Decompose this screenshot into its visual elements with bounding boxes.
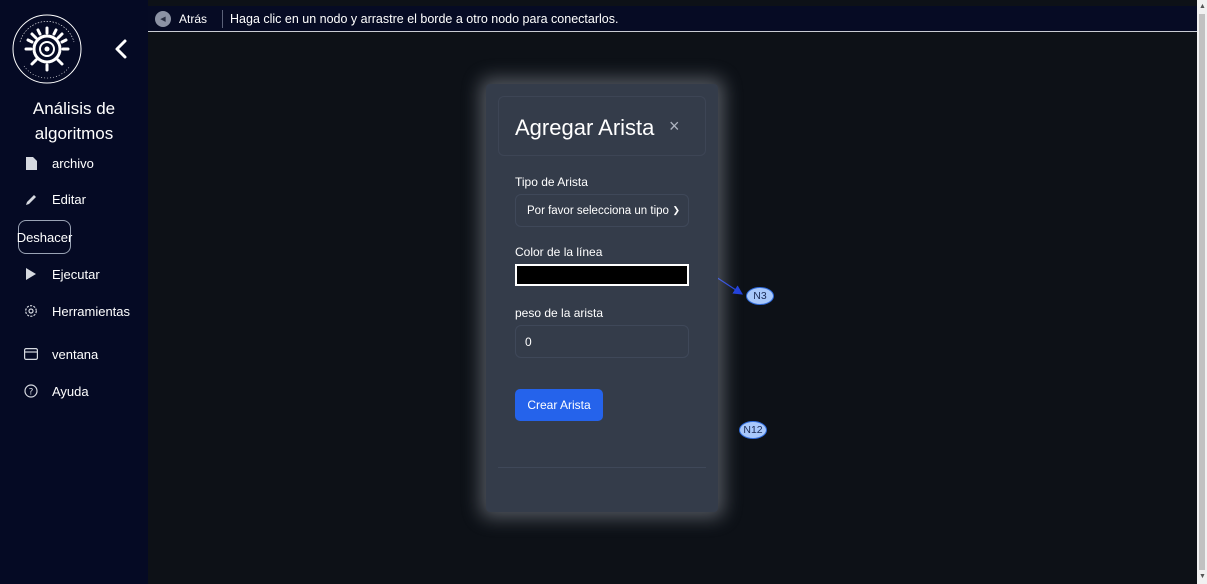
play-icon [24,267,38,281]
scroll-thumb[interactable] [1199,14,1205,570]
close-button[interactable]: × [669,116,680,137]
scroll-down-arrow-icon[interactable]: ▼ [1199,572,1206,582]
window-icon [24,347,38,361]
edge-weight-input[interactable]: 0 [515,325,689,358]
undo-button[interactable]: Deshacer [17,220,72,254]
graph-node-n3[interactable]: N3 [746,287,774,305]
scrollbar[interactable]: ▲ ▼ [1197,0,1207,584]
menu-item-ventana[interactable]: ventana [24,343,98,365]
menu-item-ayuda[interactable]: ? Ayuda [24,380,89,402]
back-arrow-icon: ◀ [155,10,171,27]
menu-item-label: Editar [52,191,86,207]
menu-item-archivo[interactable]: archivo [24,152,94,174]
menu-item-ejecutar[interactable]: Ejecutar [24,263,100,285]
menu-item-label: Ejecutar [52,266,100,282]
file-icon [24,156,38,170]
back-label: Atrás [179,11,208,26]
help-icon: ? [24,384,38,398]
pencil-icon [24,192,38,206]
line-color-label: Color de la línea [515,245,603,259]
edge-weight-label: peso de la arista [515,306,604,320]
edge-type-label: Tipo de Arista [515,175,588,189]
menu-item-label: ventana [52,346,99,362]
gear-icon [24,304,38,318]
modal-footer-divider [498,467,706,468]
menu-item-label: Herramientas [52,303,131,319]
edge-type-select[interactable]: Por favor selecciona un tipo ❯ [515,194,689,227]
scroll-up-arrow-icon[interactable]: ▲ [1199,2,1206,12]
add-edge-modal: Agregar Arista × Tipo de Arista Por favo… [486,84,718,512]
menu-item-label: archivo [52,155,94,171]
edge-type-value: Por favor selecciona un tipo [527,204,669,217]
menu-item-label: Ayuda [52,383,89,399]
chevron-left-icon [115,39,127,59]
university-logo [10,12,84,86]
divider [222,9,224,28]
back-button[interactable]: ◀ Atrás [155,10,208,27]
menu-item-editar[interactable]: Editar [24,188,86,210]
chevron-down-icon: ❯ [672,205,680,215]
svg-text:?: ? [29,388,34,398]
line-color-input[interactable] [515,264,689,286]
app-window: Análisis de algoritmos archivo Editar De… [0,0,1207,584]
sidebar: Análisis de algoritmos archivo Editar De… [0,0,148,584]
modal-header: Agregar Arista × [498,96,706,156]
graph-node-n12[interactable]: N12 [739,421,767,439]
modal-title: Agregar Arista [515,115,655,140]
top-bar: ◀ Atrás Haga clic en un nodo y arrastre … [148,6,1197,32]
collapse-sidebar-button[interactable] [112,37,130,61]
menu-item-herramientas[interactable]: Herramientas [24,300,130,322]
create-edge-button[interactable]: Crear Arista [515,389,603,421]
graph-edge [715,276,744,295]
instruction-text: Haga clic en un nodo y arrastre el borde… [230,11,619,26]
app-title: Análisis de algoritmos [32,99,116,143]
